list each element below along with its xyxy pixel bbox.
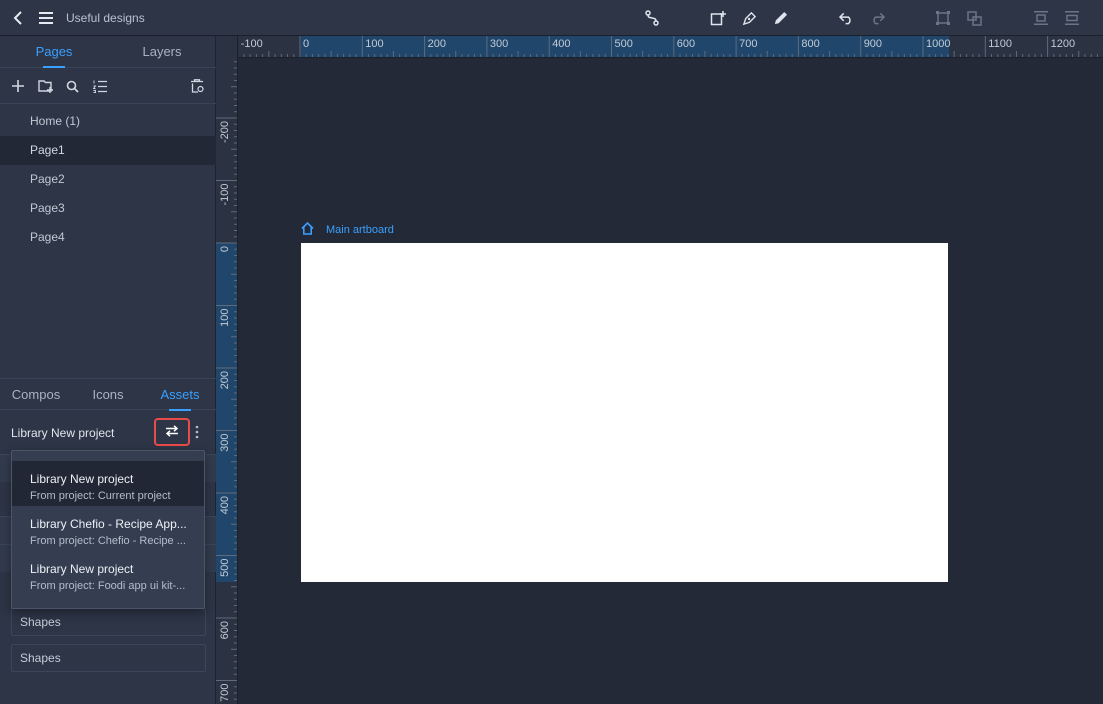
ruler-label: 100 — [219, 309, 231, 327]
group-icon[interactable] — [933, 0, 953, 36]
add-artboard-icon[interactable] — [708, 0, 728, 36]
distribute-horizontal-icon[interactable] — [1062, 0, 1082, 36]
ruler-label: 500 — [219, 559, 231, 577]
tab-compos[interactable]: Compos — [0, 379, 72, 411]
asset-group-shapes[interactable]: Shapes — [11, 644, 206, 672]
ruler-label: 100 — [365, 38, 383, 50]
add-icon[interactable] — [8, 76, 28, 96]
tab-pages[interactable]: Pages — [0, 36, 108, 68]
tab-layers-label: Layers — [142, 44, 182, 59]
menu-icon[interactable] — [36, 0, 56, 36]
tab-assets[interactable]: Assets — [144, 379, 216, 411]
horizontal-ruler-ticks: -100 0 100 200 300 400 500 600 700 800 900 1000 1100… — [241, 36, 1098, 57]
back-icon[interactable] — [8, 0, 28, 36]
page-item-page2[interactable]: Page2 — [0, 165, 216, 194]
main-artboard[interactable] — [301, 243, 948, 582]
ruler-label: 1100 — [988, 38, 1012, 50]
pencil-icon[interactable] — [770, 0, 790, 36]
ruler-label: 800 — [801, 38, 819, 50]
page-item-page4[interactable]: Page4 — [0, 223, 216, 252]
asset-tabs: Compos Icons Assets — [0, 378, 216, 411]
ruler-label: 400 — [219, 496, 231, 514]
library-option-name: Library New project — [30, 562, 134, 576]
ruler-label: 300 — [219, 434, 231, 452]
page-item-home[interactable]: Home (1) — [0, 107, 216, 136]
vertical-ruler[interactable]: -200 -100 0 100 200 300 400 500 600 700 — [216, 36, 238, 704]
ruler-selection-band — [216, 243, 237, 582]
sort-list-icon[interactable] — [90, 76, 110, 96]
library-option[interactable]: Library New project From project: Foodi … — [12, 551, 204, 596]
library-option[interactable]: Library Chefio - Recipe App... From proj… — [12, 506, 204, 551]
page-toolbar — [0, 68, 216, 104]
undo-icon[interactable] — [836, 0, 856, 36]
search-icon[interactable] — [62, 76, 82, 96]
ruler-label: 1200 — [1051, 38, 1075, 50]
library-option-name: Library Chefio - Recipe App... — [30, 517, 187, 531]
ungroup-icon[interactable] — [964, 0, 984, 36]
library-option-name: Library New project — [30, 472, 134, 486]
ruler-label: -100 — [241, 38, 263, 50]
panel-tabs: Pages Layers — [0, 36, 216, 68]
tab-pages-label: Pages — [35, 44, 73, 59]
ruler-label: 700 — [739, 38, 757, 50]
tab-icons-label: Icons — [92, 387, 124, 402]
library-option-source: From project: Current project — [30, 490, 171, 502]
library-option[interactable]: Library New project From project: Curren… — [12, 461, 204, 506]
ruler-label: 600 — [677, 38, 695, 50]
add-folder-icon[interactable] — [36, 76, 56, 96]
ruler-label: 200 — [428, 38, 446, 50]
delete-icon[interactable] — [187, 76, 207, 96]
tab-layers[interactable]: Layers — [108, 36, 216, 68]
swap-icon — [165, 424, 179, 440]
ruler-label: 1000 — [926, 38, 950, 50]
ruler-label: -200 — [219, 121, 231, 143]
ruler-label: 500 — [615, 38, 633, 50]
page-item-page3[interactable]: Page3 — [0, 194, 216, 223]
library-option-source: From project: Foodi app ui kit-... — [30, 580, 186, 592]
horizontal-ruler[interactable]: -100 0 100 200 300 400 500 600 700 800 900 1000 1100… — [238, 36, 1103, 58]
switch-library-button[interactable] — [154, 418, 190, 446]
library-option-source: From project: Chefio - Recipe ... — [30, 535, 186, 547]
artboard-label[interactable]: Main artboard — [301, 221, 394, 237]
left-panel: Pages Layers Home (1) Page1 Page2 Page3 … — [0, 36, 216, 704]
ruler-label: 400 — [552, 38, 570, 50]
asset-group-shapes[interactable]: Shapes — [11, 608, 206, 636]
library-title: Library New project — [11, 426, 115, 440]
vertical-ruler-ticks: -200 -100 0 100 200 300 400 500 600 700 — [216, 61, 237, 702]
tab-compos-label: Compos — [11, 387, 61, 402]
ruler-label: 0 — [303, 38, 309, 50]
library-header: Library New project — [0, 410, 216, 454]
project-title: Useful designs — [66, 11, 145, 25]
ruler-label: 200 — [219, 371, 231, 389]
home-icon — [301, 221, 316, 237]
pen-icon[interactable] — [739, 0, 759, 36]
ruler-label: 300 — [490, 38, 508, 50]
ruler-label: -100 — [219, 184, 231, 206]
ruler-label: 700 — [219, 684, 231, 702]
ruler-label: 900 — [864, 38, 882, 50]
tab-assets-label: Assets — [160, 387, 200, 402]
library-dropdown: Library New project From project: Curren… — [11, 450, 205, 609]
redo-icon[interactable] — [867, 0, 887, 36]
tab-icons[interactable]: Icons — [72, 379, 144, 411]
top-bar: Useful designs — [0, 0, 1103, 36]
more-options-icon[interactable] — [192, 424, 202, 440]
ruler-label: 0 — [219, 246, 231, 252]
ruler-label: 600 — [219, 621, 231, 639]
artboard-name: Main artboard — [326, 223, 394, 236]
page-list: Home (1) Page1 Page2 Page3 Page4 — [0, 107, 216, 252]
distribute-vertical-icon[interactable] — [1031, 0, 1051, 36]
page-item-page1[interactable]: Page1 — [0, 136, 216, 165]
connector-icon[interactable] — [642, 0, 662, 36]
